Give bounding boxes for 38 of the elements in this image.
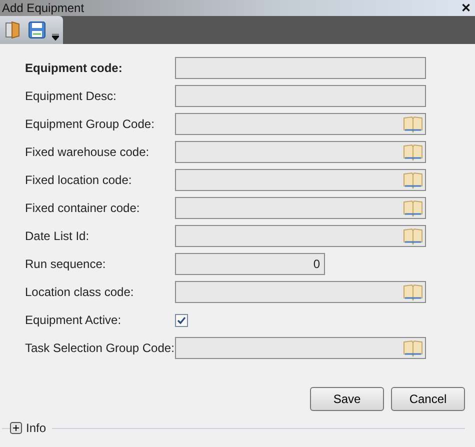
field-label: Location class code:: [24, 285, 135, 299]
cancel-button[interactable]: Cancel: [391, 387, 465, 411]
field-label: Equipment Desc:: [24, 89, 118, 103]
checkbox[interactable]: [175, 314, 188, 326]
book-icon[interactable]: [403, 283, 423, 301]
lookup-field[interactable]: [175, 113, 426, 135]
dropdown-icon[interactable]: [52, 34, 59, 41]
lookup-field[interactable]: [175, 281, 426, 303]
field-label: Fixed warehouse code:: [24, 145, 150, 159]
field-label: Equipment Group Code:: [24, 117, 156, 131]
lookup-field[interactable]: [175, 169, 426, 191]
save-button[interactable]: Save: [310, 387, 384, 411]
info-label: Info: [25, 421, 48, 435]
book-icon[interactable]: [403, 171, 423, 189]
field-label: Equipment code:: [24, 61, 124, 75]
field-label: Fixed location code:: [24, 173, 133, 187]
book-icon[interactable]: [403, 199, 423, 217]
book-icon[interactable]: [403, 143, 423, 161]
field-label: Fixed container code:: [24, 201, 141, 215]
input-field[interactable]: [175, 57, 426, 79]
save-icon[interactable]: [28, 21, 46, 39]
lookup-field[interactable]: [175, 141, 426, 163]
book-icon[interactable]: [403, 115, 423, 133]
field-label: Equipment Active:: [24, 313, 122, 327]
book-icon[interactable]: [403, 227, 423, 245]
number-field[interactable]: 0: [175, 253, 325, 275]
field-label: Date List Id:: [24, 229, 90, 243]
book-icon[interactable]: [403, 339, 423, 357]
door-icon[interactable]: [4, 21, 22, 39]
field-label: Task Selection Group Code:: [24, 341, 175, 355]
window-title: Add Equipment: [2, 1, 84, 15]
expand-icon[interactable]: [10, 422, 22, 434]
lookup-field[interactable]: [175, 225, 426, 247]
lookup-field[interactable]: [175, 337, 426, 359]
lookup-field[interactable]: [175, 197, 426, 219]
close-button[interactable]: ✕: [461, 1, 471, 15]
field-label: Run sequence:: [24, 257, 107, 271]
input-field[interactable]: [175, 85, 426, 107]
